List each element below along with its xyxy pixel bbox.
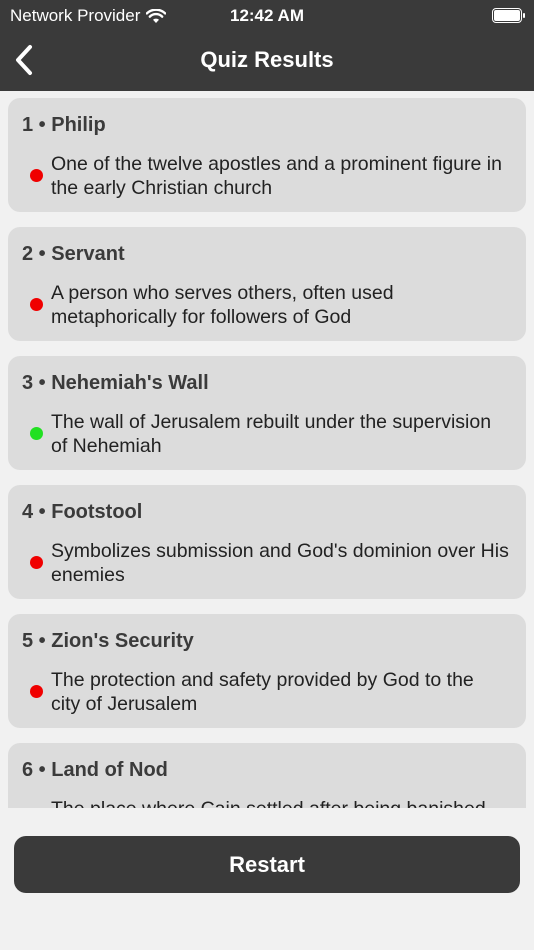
- result-description: The protection and safety provided by Go…: [51, 668, 534, 716]
- description-line: city of Jerusalem: [51, 693, 198, 715]
- status-dot: [30, 556, 43, 569]
- result-title: 1 • Philip: [22, 114, 106, 136]
- description-line: The place where Cain settled after being…: [51, 797, 534, 808]
- description-line: metaphorically for followers of God: [51, 306, 352, 328]
- description-line: A person who serves others, often used: [51, 282, 394, 304]
- battery-icon: [492, 8, 525, 23]
- description-line: One of the twelve apostles and a promine…: [51, 153, 502, 175]
- result-title: 3 • Nehemiah's Wall: [22, 372, 209, 394]
- page-title: Quiz Results: [200, 47, 334, 72]
- status-dot: [30, 169, 43, 182]
- restart-button[interactable]: Restart: [14, 836, 520, 893]
- result-description: The place where Cain settled after being…: [51, 797, 534, 808]
- result-card: 5 • Zion's Security The protection and s…: [8, 614, 526, 728]
- description-line: Symbolizes submission and God's dominion…: [51, 540, 509, 562]
- result-card: 6 • Land of Nod The place where Cain set…: [8, 743, 526, 808]
- status-dot: [30, 427, 43, 440]
- result-title: 6 • Land of Nod: [22, 759, 168, 781]
- result-description: The wall of Jerusalem rebuilt under the …: [51, 410, 534, 458]
- result-title: 5 • Zion's Security: [22, 630, 194, 652]
- result-description: A person who serves others, often used m…: [51, 281, 534, 329]
- result-title: 2 • Servant: [22, 243, 125, 265]
- result-card: 4 • Footstool Symbolizes submission and …: [8, 485, 526, 599]
- status-dot: [30, 298, 43, 311]
- result-description: One of the twelve apostles and a promine…: [51, 152, 534, 200]
- navigation-bar: Quiz Results: [0, 30, 534, 91]
- status-bar: Network Provider 12:42 AM: [0, 0, 534, 30]
- description-line: The wall of Jerusalem rebuilt under the …: [51, 411, 492, 433]
- results-list[interactable]: 1 • Philip One of the twelve apostles an…: [0, 91, 534, 808]
- result-card: 2 • Servant A person who serves others, …: [8, 227, 526, 341]
- description-line: enemies: [51, 564, 125, 586]
- status-time: 12:42 AM: [229, 6, 304, 25]
- result-title: 4 • Footstool: [22, 501, 143, 523]
- result-card: 3 • Nehemiah's Wall The wall of Jerusale…: [8, 356, 526, 470]
- description-line: The protection and safety provided by Go…: [51, 669, 474, 691]
- status-dot: [30, 685, 43, 698]
- description-line: of Nehemiah: [51, 435, 162, 457]
- result-description: Symbolizes submission and God's dominion…: [51, 539, 534, 587]
- description-line: the early Christian church: [51, 177, 273, 199]
- result-card: 1 • Philip One of the twelve apostles an…: [8, 98, 526, 212]
